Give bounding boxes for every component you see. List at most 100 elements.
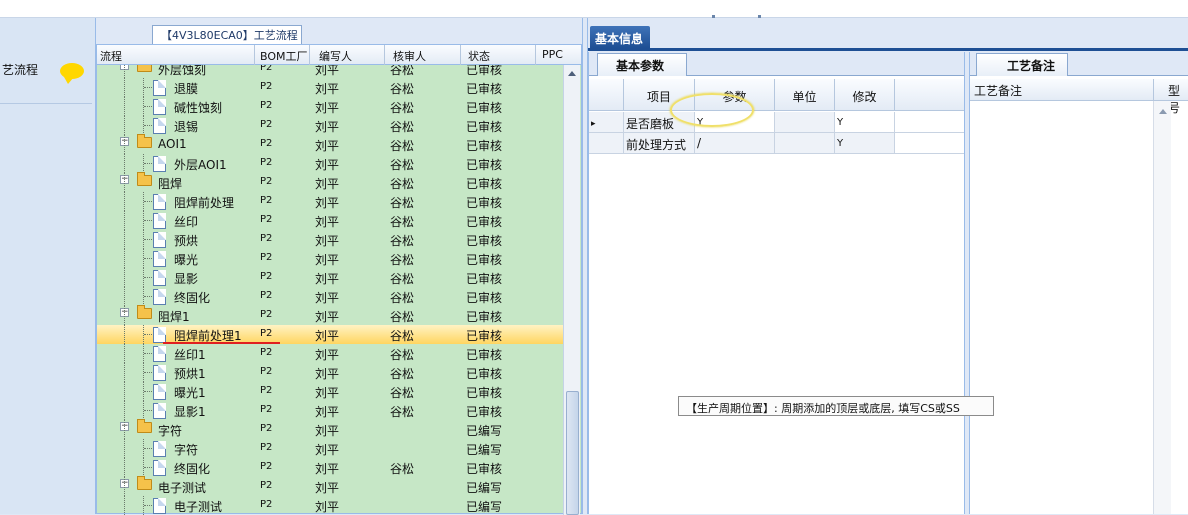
status-cell: 已审核 (466, 65, 503, 77)
status-cell: 已审核 (466, 272, 503, 286)
tree-row[interactable]: 丝印1 P2 刘平 谷松 已审核 (97, 344, 563, 363)
tree-row[interactable]: 预烘 P2 刘平 谷松 已审核 (97, 230, 563, 249)
notes-col-header[interactable]: 工艺备注 (974, 84, 1022, 98)
bom-factory-cell: P2 (260, 138, 273, 149)
bom-factory-cell: P2 (260, 119, 273, 130)
document-icon (153, 232, 166, 248)
notes-col-header-model[interactable]: 型号 (1168, 82, 1188, 116)
checker-cell: 谷松 (390, 329, 415, 343)
tree-row[interactable]: 阻焊前处理 P2 刘平 谷松 已审核 (97, 192, 563, 211)
grid-cell-modify[interactable]: Y (835, 112, 895, 133)
process-title-tab[interactable]: 【4V3L80ECA0】工艺流程 (152, 25, 302, 44)
step-name-cell: 阻焊 (158, 177, 183, 191)
tree-folder-row[interactable]: − 外层蚀刻 P2 刘平 谷松 已审核 (97, 65, 563, 78)
scroll-up-icon[interactable] (568, 71, 576, 76)
notes-header: 工艺备注 型号 (970, 79, 1188, 115)
status-cell: 已编写 (466, 443, 503, 457)
grid-cell-modify[interactable]: Y (835, 133, 895, 154)
grid-cell-value[interactable]: / (695, 133, 775, 154)
status-cell: 已审核 (466, 101, 503, 115)
grid-header-filler (895, 79, 965, 111)
tree-folder-row[interactable]: − 阻焊 P2 刘平 谷松 已审核 (97, 172, 563, 192)
row-indicator[interactable] (589, 133, 624, 154)
status-cell: 已编写 (466, 500, 503, 514)
folder-icon (137, 172, 152, 186)
tree-folder-row[interactable]: − AOI1 P2 刘平 谷松 已审核 (97, 134, 563, 154)
tooltip: 【生产周期位置】: 周期添加的顶层或底层, 填写CS或SS (678, 396, 994, 416)
tree-folder-row[interactable]: − 阻焊1 P2 刘平 谷松 已审核 (97, 305, 563, 325)
tree-row[interactable]: 曝光 P2 刘平 谷松 已审核 (97, 249, 563, 268)
tree-row[interactable]: 字符 P2 刘平 已编写 (97, 439, 563, 458)
tree-row[interactable]: 外层AOI1 P2 刘平 谷松 已审核 (97, 154, 563, 173)
tree-folder-row[interactable]: − 字符 P2 刘平 已编写 (97, 419, 563, 439)
tree-row[interactable]: 曝光1 P2 刘平 谷松 已审核 (97, 382, 563, 401)
step-name-cell: 显影 (174, 272, 199, 286)
scroll-up-icon[interactable] (1159, 109, 1167, 114)
writer-cell: 刘平 (315, 139, 340, 153)
step-name-cell: 字符 (174, 443, 199, 457)
col-header-writer[interactable]: 编写人 (319, 48, 352, 64)
grid-header-modify[interactable]: 修改 (835, 79, 895, 111)
col-header-flow[interactable]: 流程 (100, 48, 122, 64)
bom-factory-cell: P2 (260, 461, 273, 472)
status-cell: 已审核 (466, 405, 503, 419)
grid-corner[interactable] (589, 79, 624, 111)
status-cell: 已审核 (466, 120, 503, 134)
tree-row[interactable]: 退锡 P2 刘平 谷松 已审核 (97, 116, 563, 135)
checker-cell: 谷松 (390, 82, 415, 96)
status-cell: 已审核 (466, 291, 503, 305)
tree-scrollbar[interactable] (563, 65, 580, 515)
tab-underline (588, 48, 1188, 51)
document-icon (153, 156, 166, 172)
col-header-ppc[interactable]: PPC (542, 48, 563, 61)
nav-item-label: 艺流程 (2, 63, 39, 77)
status-cell: 已审核 (466, 158, 503, 172)
row-indicator[interactable]: ▸ (589, 112, 624, 133)
col-header-bom[interactable]: BOM工厂 (260, 48, 308, 64)
tab-process-notes[interactable]: 工艺备注 (976, 53, 1068, 76)
status-cell: 已审核 (466, 310, 503, 324)
step-name-cell: 电子测试 (158, 481, 207, 495)
tab-basic-params[interactable]: 基本参数 (597, 53, 687, 76)
tree-folder-row[interactable]: − 电子测试 P2 刘平 已编写 (97, 476, 563, 496)
status-cell: 已审核 (466, 367, 503, 381)
writer-cell: 刘平 (315, 101, 340, 115)
tree-row[interactable]: 终固化 P2 刘平 谷松 已审核 (97, 458, 563, 477)
writer-cell: 刘平 (315, 272, 340, 286)
checker-cell: 谷松 (390, 177, 415, 191)
tree-row[interactable]: 终固化 P2 刘平 谷松 已审核 (97, 287, 563, 306)
tree-row[interactable]: 预烘1 P2 刘平 谷松 已审核 (97, 363, 563, 382)
step-name-cell: 丝印 (174, 215, 199, 229)
folder-icon (137, 134, 152, 148)
notes-scrollbar[interactable] (1153, 101, 1171, 514)
tree-row[interactable]: 退膜 P2 刘平 谷松 已审核 (97, 78, 563, 97)
chat-bubble-icon[interactable] (60, 63, 84, 84)
tree-row[interactable]: 丝印 P2 刘平 谷松 已审核 (97, 211, 563, 230)
tab-basic-info[interactable]: 基本信息 (590, 26, 650, 48)
document-icon (153, 270, 166, 286)
tree-row[interactable]: 碱性蚀刻 P2 刘平 谷松 已审核 (97, 97, 563, 116)
step-name-cell: 终固化 (174, 291, 211, 305)
step-name-cell: 退锡 (174, 120, 199, 134)
status-cell: 已审核 (466, 329, 503, 343)
status-cell: 已审核 (466, 196, 503, 210)
status-cell: 已审核 (466, 462, 503, 476)
tree-row[interactable]: 电子测试 P2 刘平 已编写 (97, 496, 563, 515)
bom-factory-cell: P2 (260, 195, 273, 206)
grid-header-unit[interactable]: 单位 (775, 79, 835, 111)
status-cell: 已审核 (466, 386, 503, 400)
grid-cell-unit[interactable] (775, 112, 835, 133)
tree-row[interactable]: 显影1 P2 刘平 谷松 已审核 (97, 401, 563, 420)
col-header-checker[interactable]: 核审人 (393, 48, 426, 64)
bom-factory-cell: P2 (260, 233, 273, 244)
checker-cell: 谷松 (390, 120, 415, 134)
col-header-status[interactable]: 状态 (468, 48, 490, 64)
nav-item-process[interactable]: 艺流程 (0, 48, 92, 104)
status-cell: 已审核 (466, 82, 503, 96)
bom-factory-cell: P2 (260, 252, 273, 263)
grid-cell-unit[interactable] (775, 133, 835, 154)
status-cell: 已审核 (466, 253, 503, 267)
scrollbar-thumb[interactable] (566, 391, 579, 515)
top-strip (0, 0, 1188, 18)
tree-row[interactable]: 显影 P2 刘平 谷松 已审核 (97, 268, 563, 287)
